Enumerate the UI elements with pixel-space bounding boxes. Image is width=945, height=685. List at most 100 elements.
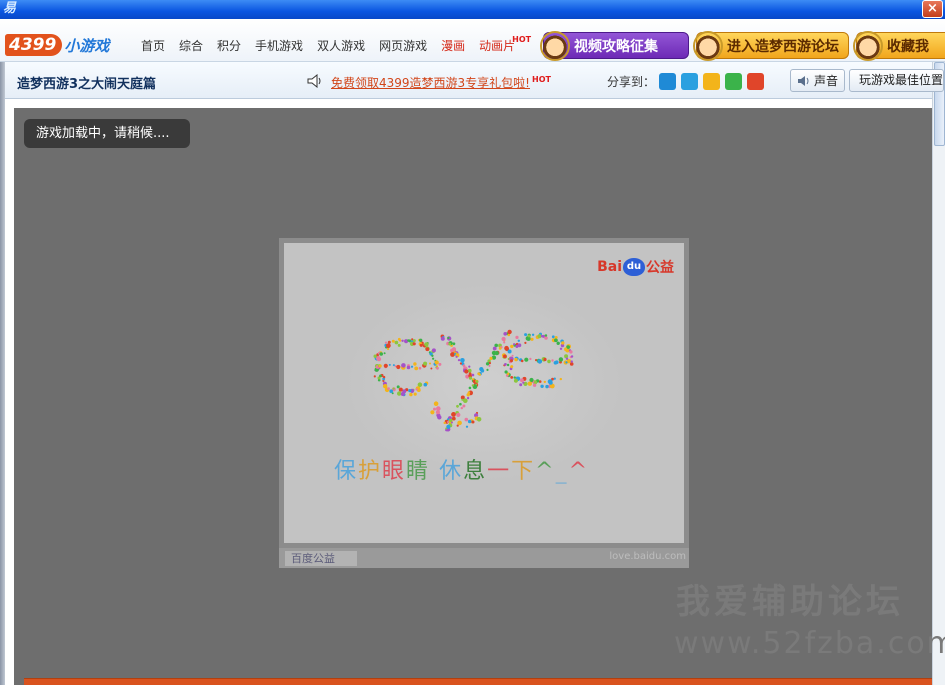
art-dot (397, 343, 401, 347)
monkey-face-icon (693, 30, 723, 61)
sound-toggle-button[interactable]: 声音 (790, 69, 845, 92)
nav-item[interactable]: 手机游戏 (255, 38, 303, 54)
art-dot (540, 384, 544, 388)
art-dot (513, 343, 516, 346)
art-dot (527, 381, 532, 386)
nav-item[interactable]: 积分 (217, 38, 241, 54)
art-dot (436, 406, 441, 411)
site-header: 4399 小游戏 首页 综合 积分 手机游戏 双人游戏 网页游戏 漫画 动画片 HOT 视频攻略… (0, 19, 945, 62)
art-dot (383, 363, 388, 368)
speaker-icon (307, 74, 321, 88)
art-dot (388, 363, 391, 366)
art-dot (436, 366, 439, 370)
art-dot (507, 329, 512, 335)
art-dot (517, 339, 520, 342)
art-dot (538, 380, 542, 383)
forum-promo-button[interactable]: 进入造梦西游论坛 (693, 30, 849, 61)
art-dot (409, 392, 413, 397)
baidu-charity-ad[interactable]: Bai du 公益 保护眼睛 休息一下^_^ 百度公益 love.baidu.c… (279, 238, 689, 568)
art-dot (479, 373, 481, 376)
art-dot (387, 347, 390, 351)
gift-pack-link[interactable]: 免费领取4399造梦西游3专享礼包啦! (331, 74, 530, 91)
weibo-icon[interactable] (747, 73, 764, 90)
vertical-scrollbar[interactable] (932, 62, 945, 685)
art-dot (397, 391, 402, 396)
logo-number: 4399 (5, 34, 63, 56)
art-dot (476, 417, 482, 422)
nav-item[interactable]: 首页 (141, 38, 165, 54)
art-dot (498, 347, 502, 350)
close-button[interactable]: × (922, 0, 943, 18)
art-dot (486, 368, 489, 371)
art-dot (415, 388, 418, 391)
art-dot (556, 341, 560, 345)
bookmark-promo-button[interactable]: 收藏我 (853, 30, 945, 61)
art-dot (467, 396, 470, 399)
art-dot (412, 339, 416, 343)
promo-label: 进入造梦西游论坛 (727, 38, 839, 55)
nav-item-label: 动画片 (479, 39, 516, 53)
share-label: 分享到： (607, 75, 656, 89)
art-dot (406, 365, 411, 370)
art-dot (468, 365, 471, 368)
art-dot (459, 402, 462, 406)
qqspace-star-icon[interactable] (703, 73, 720, 90)
art-dot (559, 347, 563, 350)
art-dot (504, 363, 507, 366)
art-dot (485, 362, 490, 366)
art-dot (461, 398, 464, 401)
art-dot (383, 352, 386, 355)
nav-item[interactable]: 综合 (179, 38, 203, 54)
nav-item[interactable]: 双人游戏 (317, 38, 365, 54)
art-dot (514, 357, 518, 362)
art-dot (373, 375, 376, 378)
art-dot (468, 376, 473, 380)
volume-icon (797, 75, 809, 86)
art-dot (551, 335, 555, 339)
art-dot (537, 359, 543, 364)
art-dot (511, 354, 514, 357)
art-dot (452, 342, 456, 346)
qq-icon[interactable] (659, 73, 676, 90)
art-dot (387, 340, 391, 344)
art-dot (459, 362, 462, 365)
art-dot (501, 336, 506, 342)
art-dot (554, 338, 558, 343)
art-dot (433, 401, 439, 406)
art-dot (558, 357, 564, 362)
logo-text: 小游戏 (64, 36, 110, 55)
art-dot (524, 341, 527, 344)
game-title: 造梦西游3之大闹天庭篇 (17, 77, 157, 92)
art-dot (456, 404, 459, 408)
video-guide-promo-button[interactable]: 视频攻略征集 (540, 30, 689, 61)
qzone-icon[interactable] (681, 73, 698, 90)
art-dot (396, 364, 401, 370)
slogan-char: 眼 (382, 459, 407, 484)
kaixin-clover-icon[interactable] (725, 73, 742, 90)
site-logo[interactable]: 4399 小游戏 (5, 34, 109, 56)
art-dot (462, 404, 466, 408)
baidu-brand-left: Bai (597, 259, 622, 275)
best-position-button[interactable]: 玩游戏最佳位置 (849, 69, 944, 92)
art-dot (419, 343, 423, 347)
art-dot (543, 380, 546, 384)
art-dot (413, 392, 417, 396)
eye-dots-art (373, 329, 574, 432)
art-dot (410, 365, 414, 368)
art-dot (504, 370, 508, 374)
art-dot (447, 336, 450, 340)
bottom-accent-bar (24, 678, 932, 685)
art-dot (520, 378, 524, 383)
art-dot (386, 343, 391, 348)
slogan-char: 下 (511, 459, 536, 484)
game-canvas[interactable]: 游戏加载中，请稍候.... Bai du 公益 保护眼睛 休息一下^_^ 百度公… (14, 108, 945, 685)
art-dot (392, 364, 395, 367)
art-dot (527, 334, 531, 338)
nav-item[interactable]: 动画片 HOT (479, 35, 531, 54)
art-dot (479, 367, 484, 372)
nav-item[interactable]: 网页游戏 (379, 38, 427, 54)
nav-item[interactable]: 漫画 (441, 38, 465, 54)
main-nav: 首页 综合 积分 手机游戏 双人游戏 网页游戏 漫画 动画片 HOT (141, 35, 531, 54)
game-info-bar: 造梦西游3之大闹天庭篇 免费领取4399造梦西游3专享礼包啦! HOT 分享到：… (5, 62, 944, 99)
art-dot (532, 383, 537, 387)
